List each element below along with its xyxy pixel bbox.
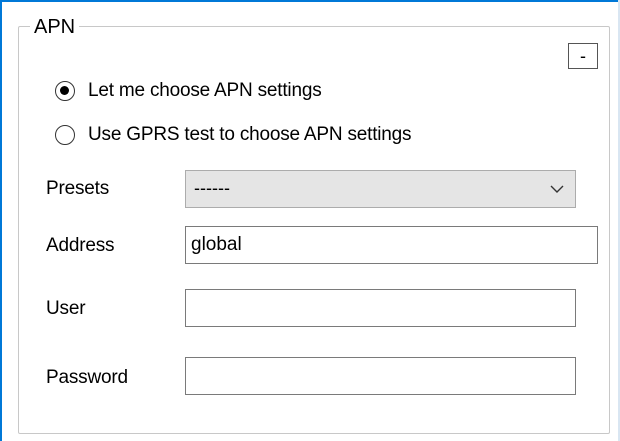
user-field[interactable] bbox=[185, 289, 576, 327]
password-field[interactable] bbox=[185, 357, 576, 395]
presets-label: Presets bbox=[46, 178, 110, 199]
user-label: User bbox=[46, 298, 86, 319]
radio-gprs-test-label[interactable]: Use GPRS test to choose APN settings bbox=[88, 124, 412, 146]
radio-unchecked-icon[interactable] bbox=[55, 125, 75, 145]
apn-group-title: APN bbox=[30, 15, 80, 39]
collapse-button[interactable]: - bbox=[568, 43, 598, 69]
presets-dropdown[interactable]: ------ bbox=[185, 170, 576, 208]
chevron-down-icon[interactable] bbox=[549, 181, 565, 197]
address-value: global bbox=[191, 234, 242, 255]
radio-checked-icon[interactable] bbox=[55, 81, 75, 101]
radio-manual-apn[interactable]: Let me choose APN settings bbox=[55, 80, 322, 102]
address-field[interactable]: global bbox=[185, 226, 598, 264]
address-label: Address bbox=[46, 235, 115, 256]
password-label: Password bbox=[46, 367, 128, 388]
radio-gprs-test[interactable]: Use GPRS test to choose APN settings bbox=[55, 124, 412, 146]
radio-manual-apn-label[interactable]: Let me choose APN settings bbox=[88, 80, 322, 102]
presets-selected-value: ------ bbox=[194, 178, 230, 198]
window-focus-border-top bbox=[0, 0, 620, 2]
window-focus-border-left bbox=[0, 0, 2, 441]
